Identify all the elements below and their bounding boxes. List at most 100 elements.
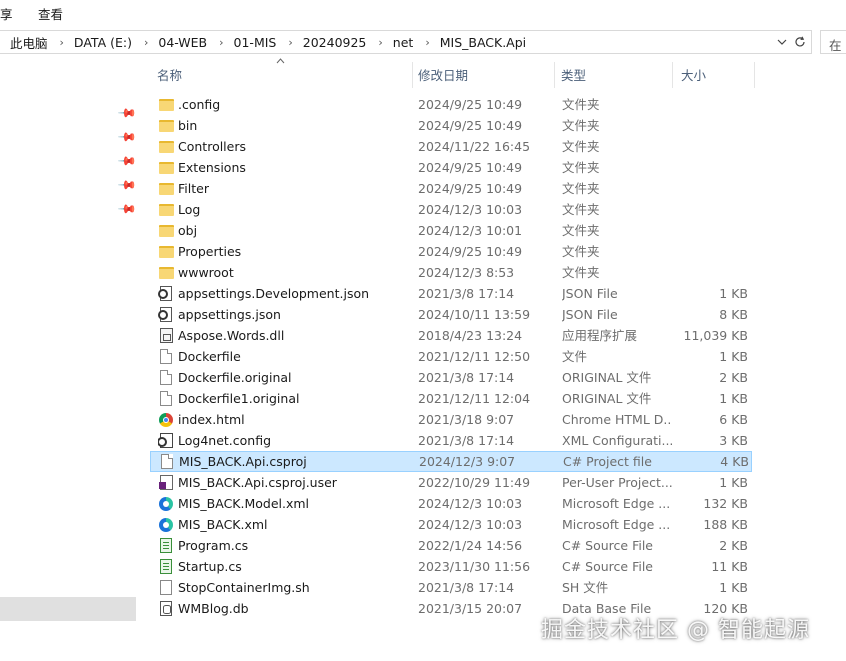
file-row[interactable]: Dockerfile1.original 2021/12/11 12:04 ORIG… (150, 388, 752, 409)
pin-icon[interactable]: 📌 (117, 151, 137, 171)
file-row[interactable]: Startup.cs 2023/11/30 11:56 C# Source File… (150, 556, 752, 577)
file-row[interactable]: appsettings.Development.json 2021/3/8 17:… (150, 283, 752, 304)
breadcrumb-separator[interactable]: › (50, 36, 64, 49)
column-divider[interactable] (554, 62, 555, 88)
file-name[interactable]: Startup.cs (178, 556, 410, 577)
file-row[interactable]: Dockerfile 2021/12/11 12:50 文件 1 KB (150, 346, 752, 367)
ribbon-menu: 享 查看 (0, 0, 846, 24)
file-name[interactable]: Extensions (178, 157, 410, 178)
file-name[interactable]: StopContainerImg.sh (178, 577, 410, 598)
file-row[interactable]: Program.cs 2022/1/24 14:56 C# Source File 2… (150, 535, 752, 556)
breadcrumb-separator[interactable]: › (209, 36, 223, 49)
file-size: 6 KB (719, 412, 748, 427)
settings-file-icon (158, 307, 172, 322)
file-name[interactable]: Dockerfile1.original (178, 388, 410, 409)
file-row[interactable]: .config 2024/9/25 10:49 文件夹 (150, 94, 752, 115)
file-type: 文件夹 (562, 223, 600, 238)
file-name[interactable]: appsettings.json (178, 304, 410, 325)
file-name[interactable]: appsettings.Development.json (178, 283, 410, 304)
file-type: 文件夹 (562, 181, 600, 196)
breadcrumb-folder[interactable]: 01-MIS (224, 35, 279, 50)
search-input[interactable]: 在 (820, 30, 846, 54)
breadcrumb-separator[interactable]: › (278, 36, 292, 49)
file-name[interactable]: Properties (178, 241, 410, 262)
chevron-down-icon[interactable] (773, 31, 791, 53)
menu-view[interactable]: 查看 (38, 4, 63, 23)
file-name[interactable]: MIS_BACK.Model.xml (178, 493, 410, 514)
file-name[interactable]: Log (178, 199, 410, 220)
file-icon (161, 454, 173, 469)
pin-icon[interactable]: 📌 (117, 103, 137, 123)
file-row[interactable]: obj 2024/12/3 10:01 文件夹 (150, 220, 752, 241)
file-row[interactable]: Aspose.Words.dll 2018/4/23 13:24 应用程序扩展 11,… (150, 325, 752, 346)
breadcrumb-folder[interactable]: 04-WEB (148, 35, 209, 50)
file-row[interactable]: Log 2024/12/3 10:03 文件夹 (150, 199, 752, 220)
file-row[interactable]: Properties 2024/9/25 10:49 文件夹 (150, 241, 752, 262)
column-type[interactable]: 类型 (561, 56, 671, 92)
breadcrumb-folder[interactable]: net (383, 35, 416, 50)
file-size: 2 KB (719, 538, 748, 553)
file-row[interactable]: bin 2024/9/25 10:49 文件夹 (150, 115, 752, 136)
file-name[interactable]: Dockerfile (178, 346, 410, 367)
column-divider[interactable] (754, 62, 755, 88)
file-row[interactable]: MIS_BACK.xml 2024/12/3 10:03 Microsoft Edg… (150, 514, 752, 535)
file-icon (160, 349, 172, 364)
file-name[interactable]: Program.cs (178, 535, 410, 556)
file-name[interactable]: MIS_BACK.xml (178, 514, 410, 535)
file-name[interactable]: index.html (178, 409, 410, 430)
file-row[interactable]: Log4net.config 2021/3/8 17:14 XML Configur… (150, 430, 752, 451)
file-row[interactable]: Controllers 2024/11/22 16:45 文件夹 (150, 136, 752, 157)
breadcrumb-separator[interactable]: › (415, 36, 429, 49)
pin-icon[interactable]: 📌 (117, 199, 137, 219)
dll-file-icon (159, 328, 173, 343)
file-name[interactable]: obj (178, 220, 410, 241)
breadcrumb-current-folder[interactable]: MIS_BACK.Api (430, 35, 528, 50)
breadcrumb-folder[interactable]: 20240925 (293, 35, 369, 50)
file-type: 文件夹 (562, 244, 600, 259)
file-size: 132 KB (703, 496, 748, 511)
file-row[interactable]: index.html 2021/3/18 9:07 Chrome HTML D...… (150, 409, 752, 430)
file-name[interactable]: MIS_BACK.Api.csproj (179, 451, 411, 472)
nav-selected-item[interactable] (0, 597, 136, 621)
file-row[interactable]: MIS_BACK.Api.csproj.user 2022/10/29 11:49… (150, 472, 752, 493)
file-name[interactable]: bin (178, 115, 410, 136)
breadcrumb-this-pc[interactable]: 此电脑 (0, 33, 50, 52)
file-row[interactable]: appsettings.json 2024/10/11 13:59 JSON Fil… (150, 304, 752, 325)
file-size: 4 KB (720, 454, 749, 469)
file-row[interactable]: MIS_BACK.Model.xml 2024/12/3 10:03 Microso… (150, 493, 752, 514)
file-row[interactable]: Dockerfile.original 2021/3/8 17:14 ORIGINA… (150, 367, 752, 388)
file-name[interactable]: Filter (178, 178, 410, 199)
file-date: 2021/12/11 12:50 (418, 349, 531, 364)
file-name[interactable]: wwwroot (178, 262, 410, 283)
folder-icon (158, 224, 174, 237)
column-date[interactable]: 修改日期 (418, 56, 548, 92)
file-name[interactable]: MIS_BACK.Api.csproj.user (178, 472, 410, 493)
pin-icon[interactable]: 📌 (117, 127, 137, 147)
file-name[interactable]: Dockerfile.original (178, 367, 410, 388)
address-bar[interactable]: 此电脑 › DATA (E:) › 04-WEB › 01-MIS › 2024… (0, 30, 812, 54)
breadcrumb-separator[interactable]: › (134, 36, 148, 49)
navigation-pane[interactable]: 📌 📌 📌 📌 📌 (0, 56, 138, 661)
breadcrumb-drive[interactable]: DATA (E:) (64, 35, 134, 50)
file-list: .config 2024/9/25 10:49 文件夹 bin 2024/9/25 10… (150, 94, 760, 619)
refresh-icon[interactable] (790, 31, 810, 53)
file-type: 文件夹 (562, 97, 600, 112)
column-size[interactable]: 大小 (681, 56, 751, 92)
file-size (678, 241, 748, 262)
file-name[interactable]: WMBlog.db (178, 598, 410, 619)
menu-share[interactable]: 享 (0, 4, 13, 23)
column-divider[interactable] (672, 62, 673, 88)
file-name[interactable]: Controllers (178, 136, 410, 157)
column-name[interactable]: 名称 (157, 56, 407, 92)
file-row[interactable]: Extensions 2024/9/25 10:49 文件夹 (150, 157, 752, 178)
file-name[interactable]: Aspose.Words.dll (178, 325, 410, 346)
file-name[interactable]: .config (178, 94, 410, 115)
file-row[interactable]: StopContainerImg.sh 2021/3/8 17:14 SH 文件 1 … (150, 577, 752, 598)
breadcrumb-separator[interactable]: › (368, 36, 382, 49)
column-divider[interactable] (412, 62, 413, 88)
file-row[interactable]: wwwroot 2024/12/3 8:53 文件夹 (150, 262, 752, 283)
file-row[interactable]: Filter 2024/9/25 10:49 文件夹 (150, 178, 752, 199)
pin-icon[interactable]: 📌 (117, 175, 137, 195)
file-name[interactable]: Log4net.config (178, 430, 410, 451)
file-row[interactable]: MIS_BACK.Api.csproj 2024/12/3 9:07 C# Proj… (150, 451, 752, 472)
